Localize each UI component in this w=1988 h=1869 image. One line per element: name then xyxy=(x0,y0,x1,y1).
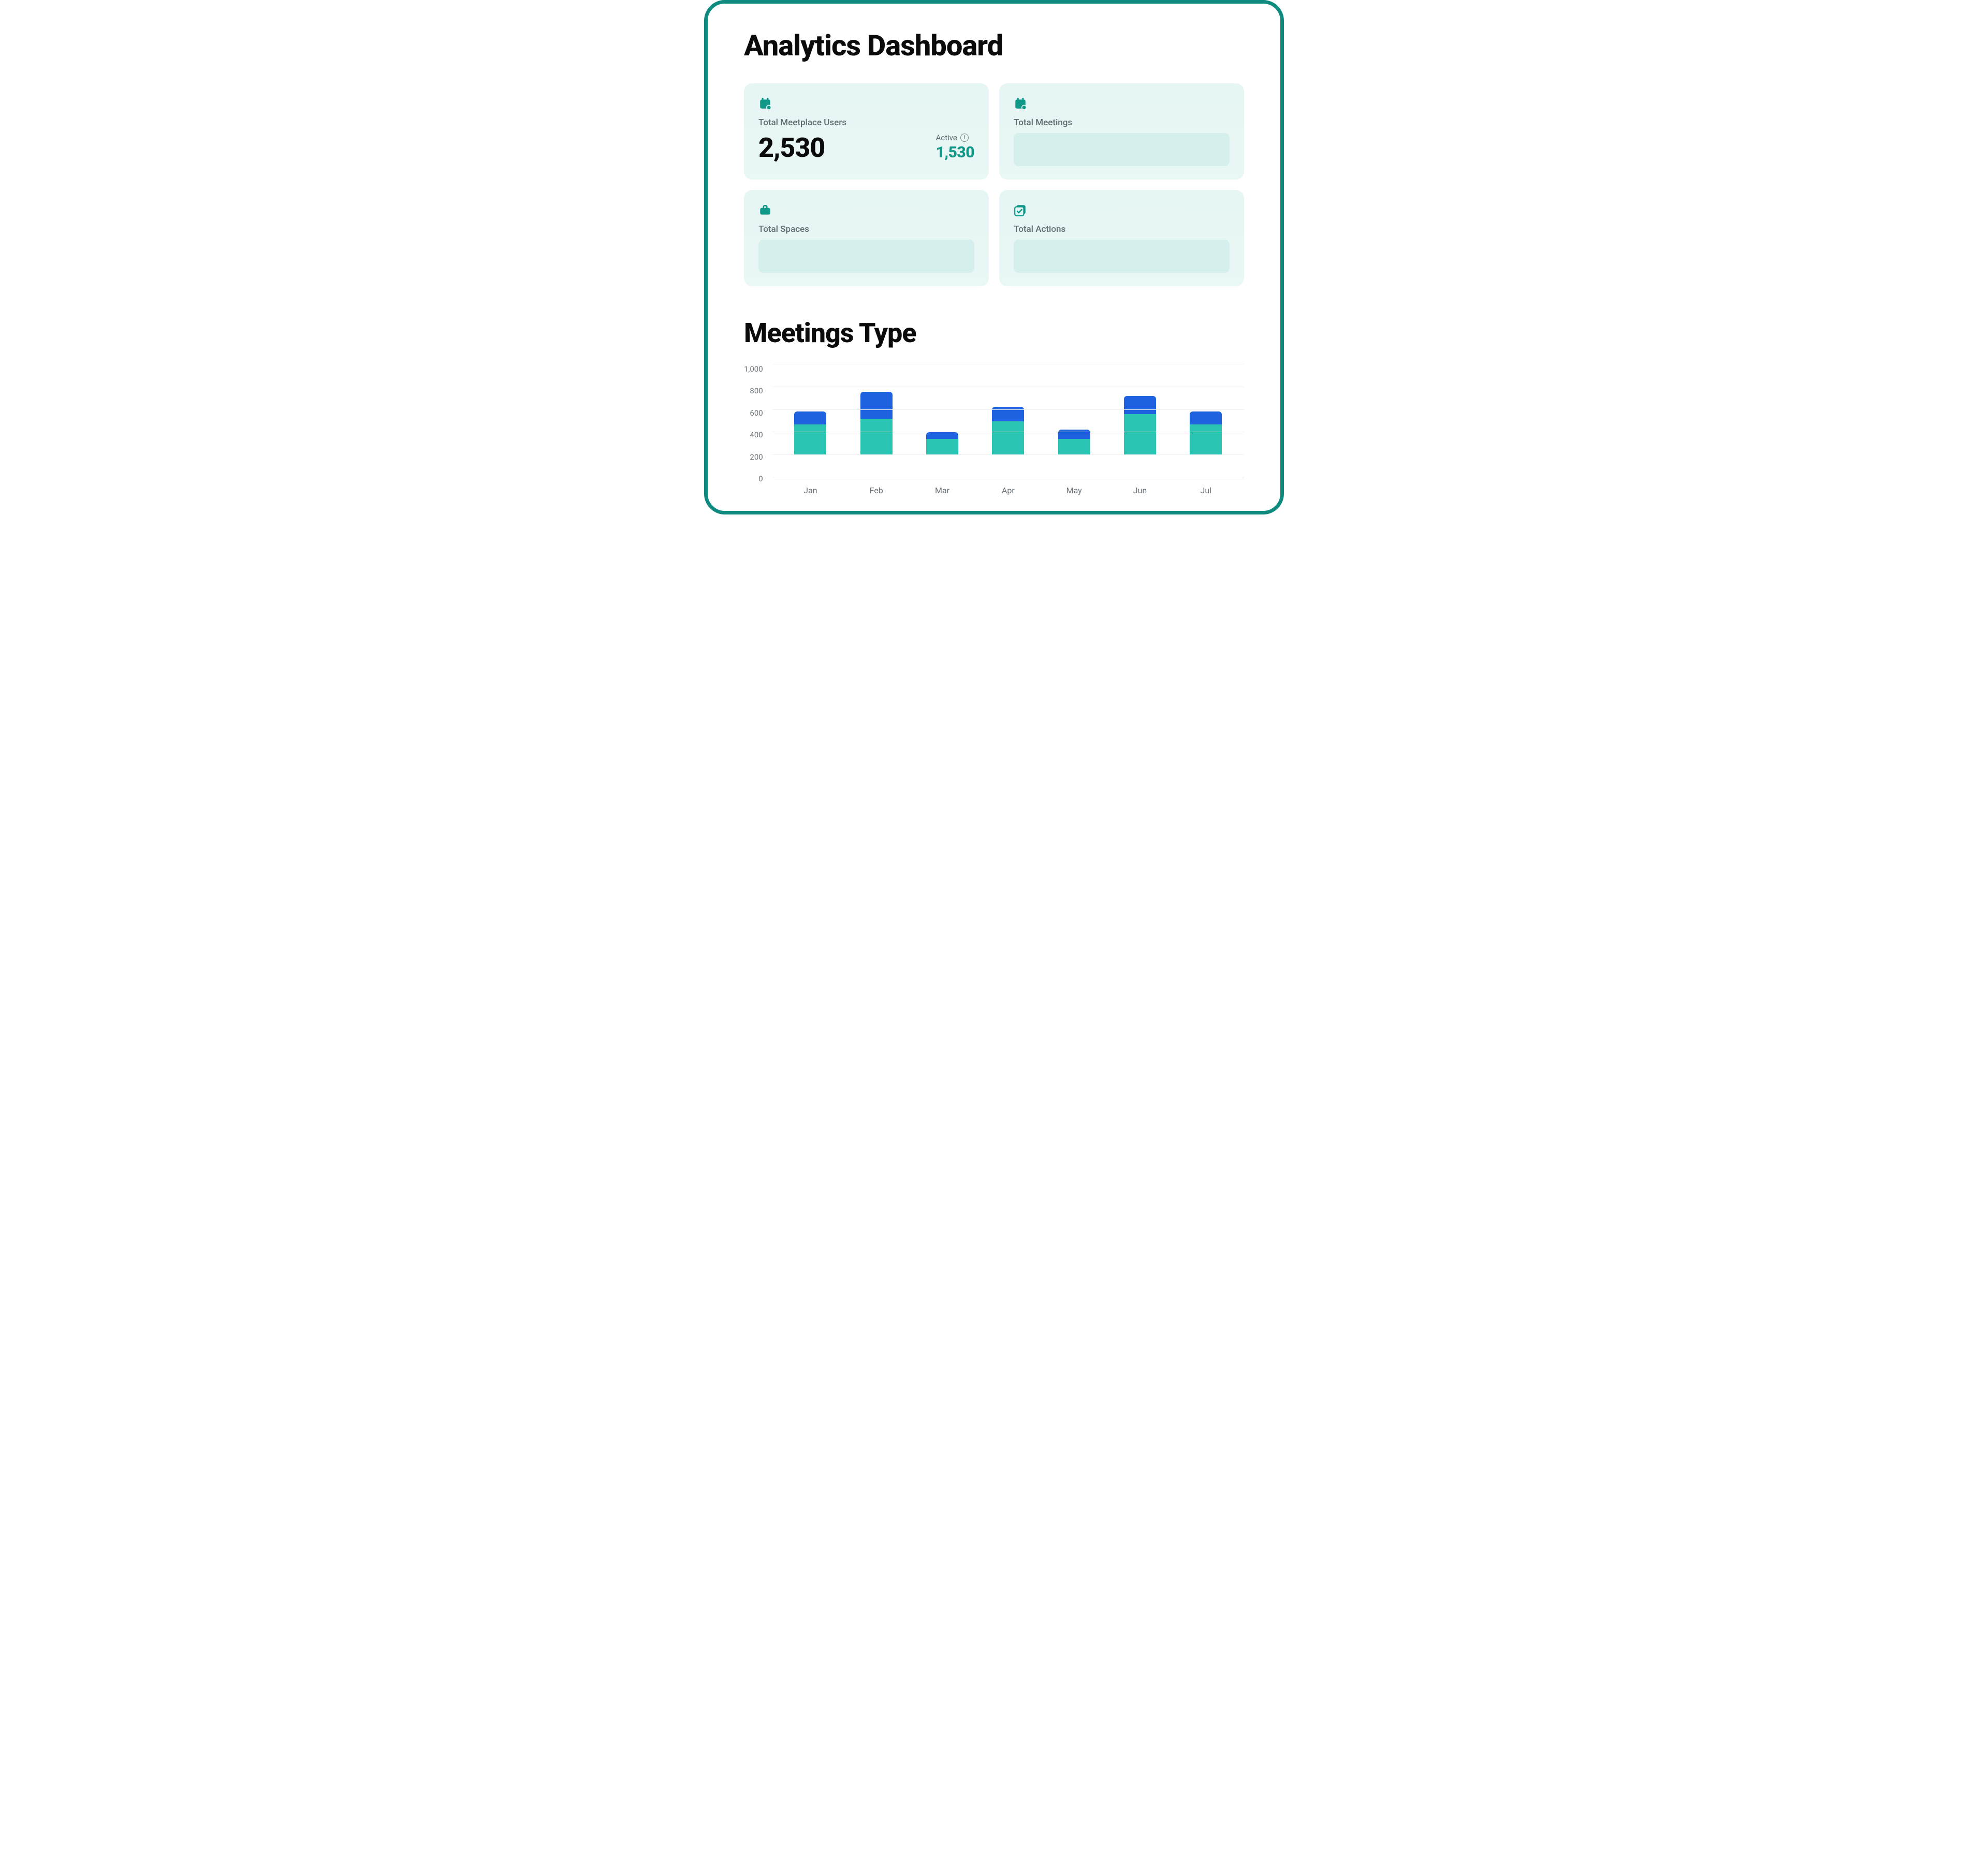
chart-bar xyxy=(1124,396,1156,455)
bar-segment-primary xyxy=(1190,424,1222,455)
chart-plot-area xyxy=(772,364,1244,478)
chart-bars xyxy=(772,364,1244,455)
y-tick: 400 xyxy=(750,430,763,439)
card-total-spaces: Total Spaces xyxy=(744,190,989,286)
bar-segment-primary xyxy=(1124,414,1156,455)
bar-segment-primary xyxy=(992,421,1024,455)
bar-segment-secondary xyxy=(1190,411,1222,424)
card-value: 2,530 xyxy=(758,135,825,161)
card-total-meetings: Total Meetings xyxy=(999,83,1244,180)
bar-segment-primary xyxy=(860,419,893,455)
chart-bar xyxy=(992,407,1024,455)
info-icon[interactable]: i xyxy=(960,134,969,142)
x-tick: Apr xyxy=(992,485,1024,495)
value-placeholder xyxy=(1014,133,1230,166)
card-total-actions: Total Actions xyxy=(999,190,1244,286)
y-tick: 600 xyxy=(750,408,763,418)
bar-segment-secondary xyxy=(1058,430,1090,439)
chart-bar xyxy=(860,392,893,455)
section-title: Meetings Type xyxy=(744,317,1244,349)
chart-bar xyxy=(1058,430,1090,455)
bar-segment-secondary xyxy=(860,392,893,419)
card-label: Total Meetplace Users xyxy=(758,117,974,128)
briefcase-icon xyxy=(758,203,772,217)
meetings-type-chart: 1,000 800 600 400 200 0 Jan Feb Mar Apr May Jun Jul xyxy=(744,364,1244,495)
card-label: Total Actions xyxy=(1014,224,1230,234)
x-tick: May xyxy=(1058,485,1090,495)
card-total-users: Total Meetplace Users 2,530 Active i 1,5… xyxy=(744,83,989,180)
x-tick: Jan xyxy=(794,485,826,495)
chart-bar xyxy=(794,411,826,455)
bar-segment-primary xyxy=(926,439,958,455)
active-block: Active i 1,530 xyxy=(936,133,974,161)
bar-segment-primary xyxy=(1058,439,1090,455)
x-tick: Mar xyxy=(926,485,958,495)
value-placeholder xyxy=(1014,240,1230,273)
active-label: Active xyxy=(936,133,957,142)
bar-segment-secondary xyxy=(1124,396,1156,414)
bar-segment-secondary xyxy=(794,411,826,424)
chart-bar xyxy=(1190,411,1222,455)
x-tick: Jul xyxy=(1190,485,1222,495)
chart-x-axis: Jan Feb Mar Apr May Jun Jul xyxy=(772,478,1244,495)
calendar-icon xyxy=(1014,97,1027,110)
dashboard-frame: Analytics Dashboard Total Meetplace User… xyxy=(704,0,1284,514)
x-tick: Jun xyxy=(1124,485,1156,495)
y-tick: 1,000 xyxy=(744,364,763,374)
card-label: Total Spaces xyxy=(758,224,974,234)
active-value: 1,530 xyxy=(936,143,974,161)
page-title: Analytics Dashboard xyxy=(744,28,1244,63)
bar-segment-primary xyxy=(794,424,826,455)
stat-cards: Total Meetplace Users 2,530 Active i 1,5… xyxy=(744,83,1244,286)
value-placeholder xyxy=(758,240,974,273)
chart-bar xyxy=(926,432,958,455)
y-tick: 800 xyxy=(750,386,763,395)
card-label: Total Meetings xyxy=(1014,117,1230,128)
calendar-icon xyxy=(758,97,772,110)
checklist-icon xyxy=(1014,203,1027,217)
chart-y-axis: 1,000 800 600 400 200 0 xyxy=(744,364,767,483)
x-tick: Feb xyxy=(860,485,893,495)
y-tick: 0 xyxy=(758,474,763,483)
y-tick: 200 xyxy=(750,452,763,462)
bar-segment-secondary xyxy=(926,432,958,438)
